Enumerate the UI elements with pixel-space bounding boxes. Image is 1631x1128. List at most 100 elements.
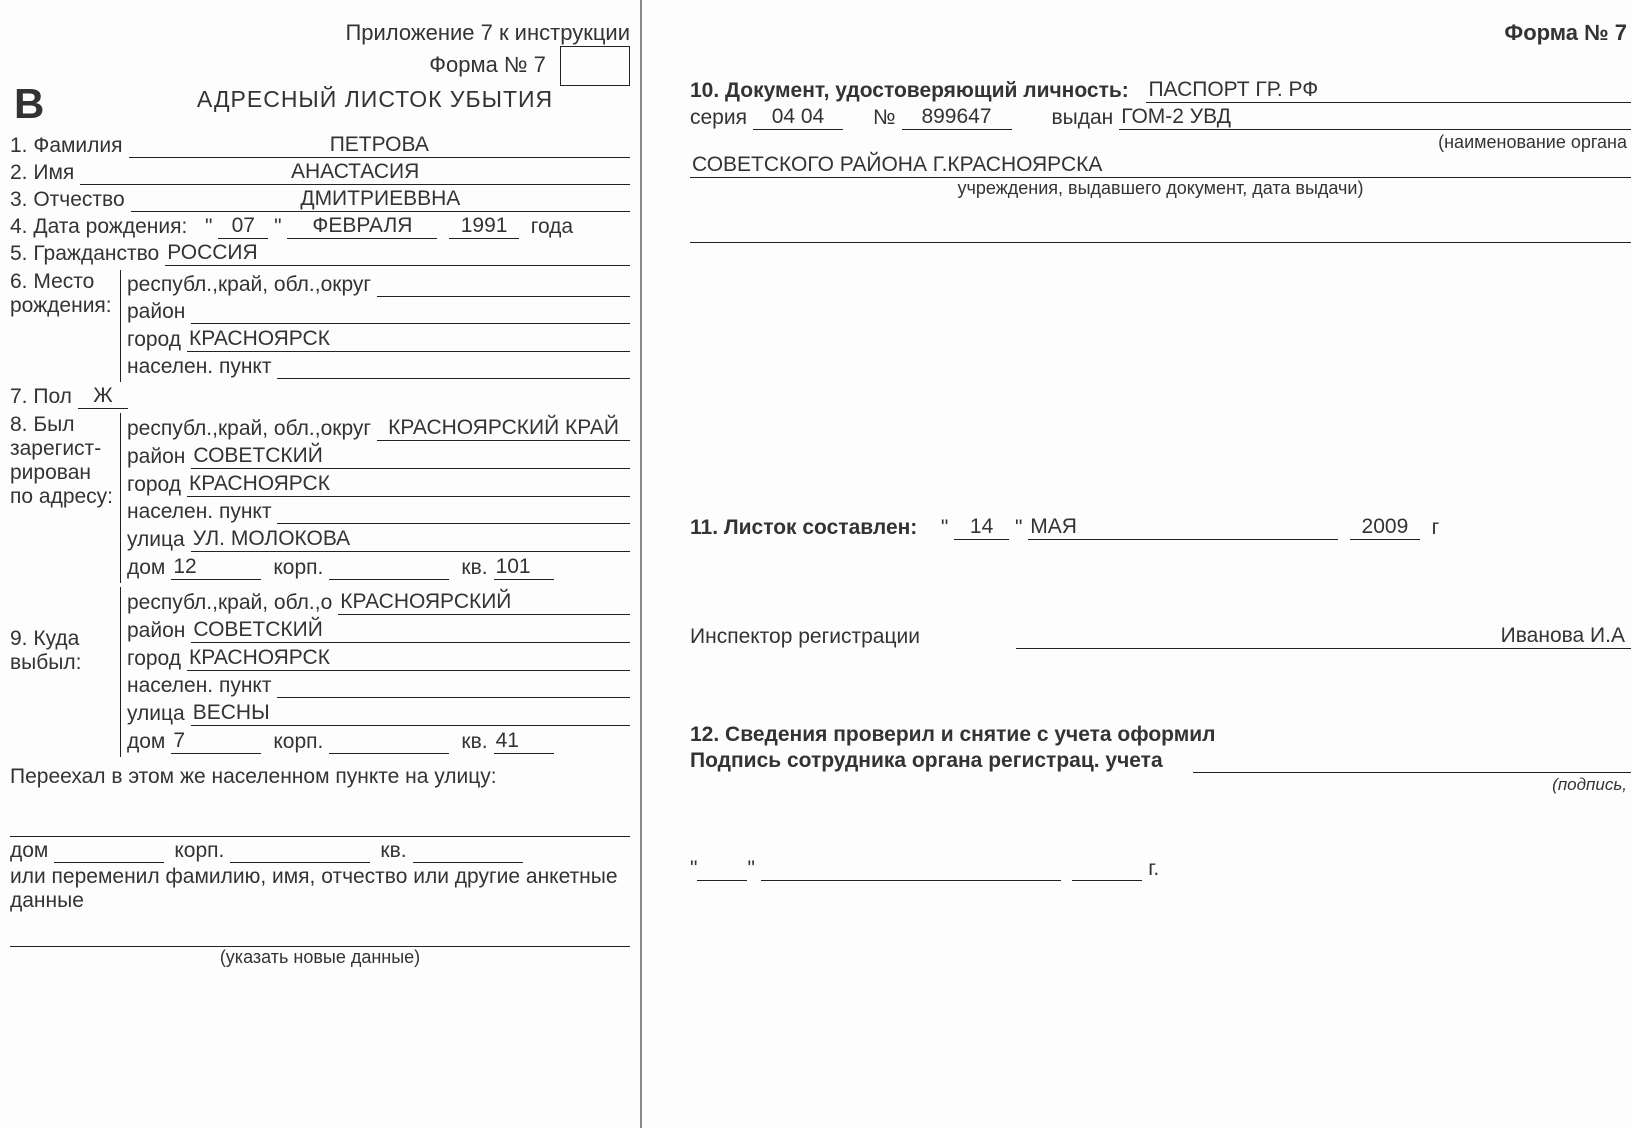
vertical-divider [640,0,680,1128]
label-patronymic: 3. Отчество [10,188,125,212]
lbl-doc-issued: выдан [1052,106,1114,130]
form-no-label: Форма № 7 [429,52,546,77]
moved-street-line [10,809,630,837]
val-reg-kv: 101 [494,555,554,580]
moved-newdata-line [10,919,630,947]
moved-dom-row: дом корп. кв. [10,839,630,863]
lbl-mv-kv: кв. [380,839,406,863]
val-doc-series: 04 04 [753,105,843,130]
value-sex: Ж [78,384,128,409]
f12-year-suffix: г. [1148,857,1159,881]
val-doc-issued1: ГОМ-2 УВД [1119,105,1631,130]
row-compiled: 11. Листок составлен: " 14 " МАЯ 2009 г [690,515,1631,540]
form-title: АДРЕСНЫЙ ЛИСТОК УБЫТИЯ [120,86,630,113]
lbl-bp-city: город [127,328,181,352]
label-inspector: Инспектор регистрации [690,625,920,649]
f12-day [697,857,747,881]
label-compiled: 11. Листок составлен: [690,516,917,540]
label-sex: 7. Пол [10,385,72,409]
val-reg-punkt [277,500,630,524]
doc-extra-line [690,213,1631,243]
label-birthplace: 6. Место рожде­ния: [10,270,120,318]
value-surname: ПЕТРОВА [129,133,630,158]
row-surname: 1. Фамилия ПЕТРОВА [10,133,630,158]
lbl-reg-kv: кв. [461,556,487,580]
value-doc: ПАСПОРТ ГР. РФ [1146,78,1631,103]
left-column: Приложение 7 к инструкции Форма № 7 В АД… [0,0,640,1128]
lbl-reg-street: улица [127,528,185,552]
lbl-dep-dom: дом [127,730,165,754]
val-bp-region [377,273,630,297]
val-reg-region: КРАСНОЯРСКИЙ КРАЙ [377,416,630,441]
val-bp-punkt [277,355,630,379]
val-bp-raion [191,300,630,324]
val-mv-dom [54,839,164,863]
val-dep-dom: 7 [171,729,261,754]
val-reg-street: УЛ. МОЛОКОВА [191,527,630,552]
lbl-bp-region: республ.,край, обл.,округ [127,273,371,297]
val-comp-year: 2009 [1350,515,1420,540]
f12-line1: 12. Сведения проверил и снятие с учета о… [690,723,1631,747]
lbl-dep-korp: корп. [273,730,323,754]
lbl-mv-korp: корп. [174,839,224,863]
f12-hint: (подпись, [690,775,1631,795]
val-dep-city: КРАСНОЯРСК [187,646,630,671]
lbl-reg-korp: корп. [273,556,323,580]
attachment-text: Приложение 7 к инструкции [10,20,630,46]
val-mv-kv [413,839,523,863]
val-comp-month: МАЯ [1028,515,1338,540]
f12-year [1072,857,1142,881]
row-f12-date: " " г. [690,857,1631,881]
label-doc: 10. Документ, удостоверяющий личность: [690,79,1129,103]
lbl-dep-region: республ.,край, обл.,о [127,591,332,615]
val-dep-region: КРАСНОЯРСКИЙ [338,590,630,615]
lbl-bp-raion: район [127,300,185,324]
label-dob-year-suffix: года [531,215,573,239]
val-doc-no: 899647 [902,105,1012,130]
row-doc: 10. Документ, удостоверяющий личность: П… [690,78,1631,103]
value-dob-day: 07 [218,214,268,239]
lbl-reg-region: республ.,край, обл.,округ [127,417,371,441]
row-doc-series: серия 04 04 № 899647 выдан ГОМ-2 УВД [690,105,1631,130]
val-dep-korp [329,730,449,754]
val-dep-punkt [277,674,630,698]
hint-doc2: учреждения, выдавшего документ, дата выд… [690,178,1631,199]
row-patronymic: 3. Отчество ДМИТРИЕВВНА [10,187,630,212]
row-citizenship: 5. Гражданство РОССИЯ [10,241,630,266]
lbl-dep-punkt: населен. пункт [127,674,271,698]
lbl-doc-no: № [873,106,896,130]
lbl-dep-kv: кв. [461,730,487,754]
value-citizenship: РОССИЯ [165,241,630,266]
form-no-row: Форма № 7 [10,46,630,86]
block-registered: 8. Был зарегист­рирован по адресу: респу… [10,413,630,583]
block-departed: 9. Куда выбыл: республ.,край, обл.,оКРАС… [10,587,630,757]
val-dep-street: ВЕСНЫ [191,701,630,726]
val-reg-raion: СОВЕТСКИЙ [191,444,630,469]
label-dob: 4. Дата рождения: [10,215,187,239]
val-reg-dom: 12 [171,555,261,580]
row-sex: 7. Пол Ж [10,384,630,409]
lbl-reg-dom: дом [127,556,165,580]
moved-line2: или переменил фамилию, имя, отчество или… [10,865,630,913]
value-patronymic: ДМИТРИЕВВНА [131,187,630,212]
block-birthplace: 6. Место рожде­ния: республ.,край, обл.,… [10,270,630,382]
lbl-bp-punkt: населен. пункт [127,355,271,379]
f12-line2-row: Подпись сотрудника органа регистрац. уче… [690,749,1631,773]
f12-line2: Подпись сотрудника органа регистрац. уче… [690,749,1163,773]
label-registered: 8. Был зарегист­рирован по адресу: [10,413,120,509]
val-doc-issued2: СОВЕТСКОГО РАЙОНА Г.КРАСНОЯРСКА [690,153,1631,178]
val-comp-day: 14 [954,515,1009,540]
row-dob: 4. Дата рождения: " 07 " ФЕВРАЛЯ 1991 го… [10,214,630,239]
lbl-dep-city: город [127,647,181,671]
lbl-doc-series: серия [690,106,747,130]
lbl-reg-city: город [127,473,181,497]
lbl-comp-year-suffix: г [1432,516,1440,540]
val-dep-kv: 41 [494,729,554,754]
lbl-reg-punkt: населен. пункт [127,500,271,524]
moved-hint: (указать новые данные) [10,947,630,968]
value-inspector: Иванова И.А [1016,624,1631,649]
big-letter-b: В [14,80,44,128]
value-dob-month: ФЕВРАЛЯ [287,214,437,239]
lbl-reg-raion: район [127,445,185,469]
f12-sign-line [1193,749,1631,773]
